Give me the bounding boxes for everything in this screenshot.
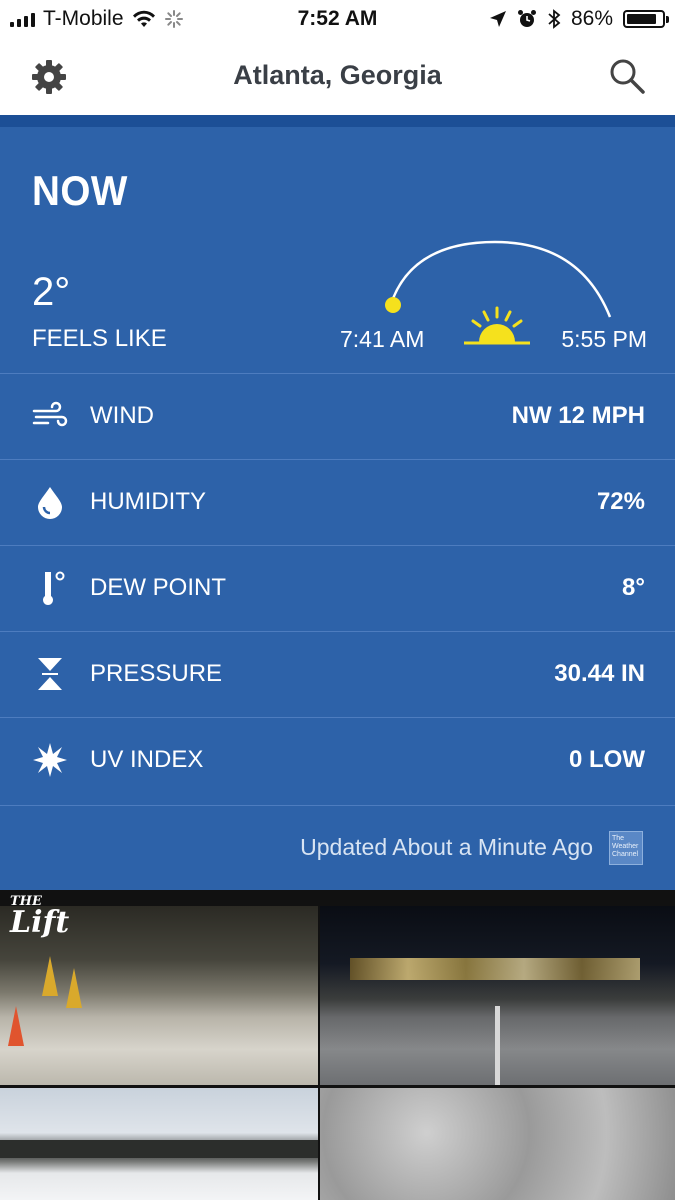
feels-like-temperature: 2° bbox=[32, 270, 71, 314]
row-divider bbox=[0, 805, 675, 806]
now-heading: NOW bbox=[32, 167, 128, 214]
condition-value: 0 LOW bbox=[569, 746, 645, 773]
bluetooth-icon bbox=[548, 9, 561, 29]
weather-channel-logo: The Weather Channel bbox=[609, 831, 643, 865]
header-divider bbox=[0, 115, 675, 127]
camera-feed-snow-ground bbox=[320, 1088, 675, 1200]
wind-row: WIND NW 12 MPH bbox=[0, 373, 675, 459]
status-right: 86% bbox=[489, 7, 669, 31]
uv-index-row: UV INDEX 0 LOW bbox=[0, 717, 675, 803]
location-arrow-icon bbox=[489, 11, 506, 27]
uv-sun-icon bbox=[33, 743, 67, 777]
humidity-drop-icon bbox=[38, 487, 62, 519]
condition-label: UV INDEX bbox=[90, 746, 204, 773]
pressure-row: PRESSURE 30.44 IN bbox=[0, 631, 675, 717]
condition-label: HUMIDITY bbox=[90, 488, 206, 515]
condition-value: 8° bbox=[622, 574, 645, 601]
condition-value: NW 12 MPH bbox=[511, 402, 645, 429]
camera-feed-hiram bbox=[320, 906, 675, 1085]
sunrise-time: 7:41 AM bbox=[340, 326, 425, 352]
updated-timestamp: Updated About a Minute Ago bbox=[300, 834, 593, 860]
alarm-icon bbox=[517, 10, 536, 27]
thermometer-icon bbox=[43, 571, 65, 605]
now-panel: NOW 2° FEELS LIKE 7:41 AM 5:55 PM WIND N… bbox=[0, 127, 675, 890]
logo-name-text: Lift bbox=[10, 905, 70, 940]
condition-label: WIND bbox=[90, 402, 154, 429]
camera-feed-highway bbox=[0, 1088, 318, 1200]
battery-percent: 86% bbox=[570, 7, 613, 30]
condition-value: 72% bbox=[596, 488, 645, 515]
dew-point-row: DEW POINT 8° bbox=[0, 545, 675, 631]
page-title[interactable]: Atlanta, Georgia bbox=[0, 60, 675, 91]
pressure-icon bbox=[38, 658, 62, 690]
wind-icon bbox=[32, 401, 68, 427]
search-icon[interactable] bbox=[607, 56, 647, 96]
battery-icon bbox=[623, 10, 669, 28]
video-thumbnail[interactable]: THE Lift bbox=[0, 890, 675, 1200]
condition-value: 30.44 IN bbox=[554, 660, 645, 687]
sunset-time: 5:55 PM bbox=[561, 326, 647, 352]
humidity-row: HUMIDITY 72% bbox=[0, 459, 675, 545]
sunrise-sun-icon bbox=[464, 306, 530, 345]
status-bar: T-Mobile 7:52 AM 86% bbox=[0, 0, 675, 40]
condition-label: DEW POINT bbox=[90, 574, 226, 601]
the-lift-logo: THE Lift bbox=[10, 894, 70, 940]
condition-label: PRESSURE bbox=[90, 660, 223, 687]
feels-like-label: FEELS LIKE bbox=[32, 325, 167, 352]
nav-bar: Atlanta, Georgia bbox=[0, 40, 675, 115]
